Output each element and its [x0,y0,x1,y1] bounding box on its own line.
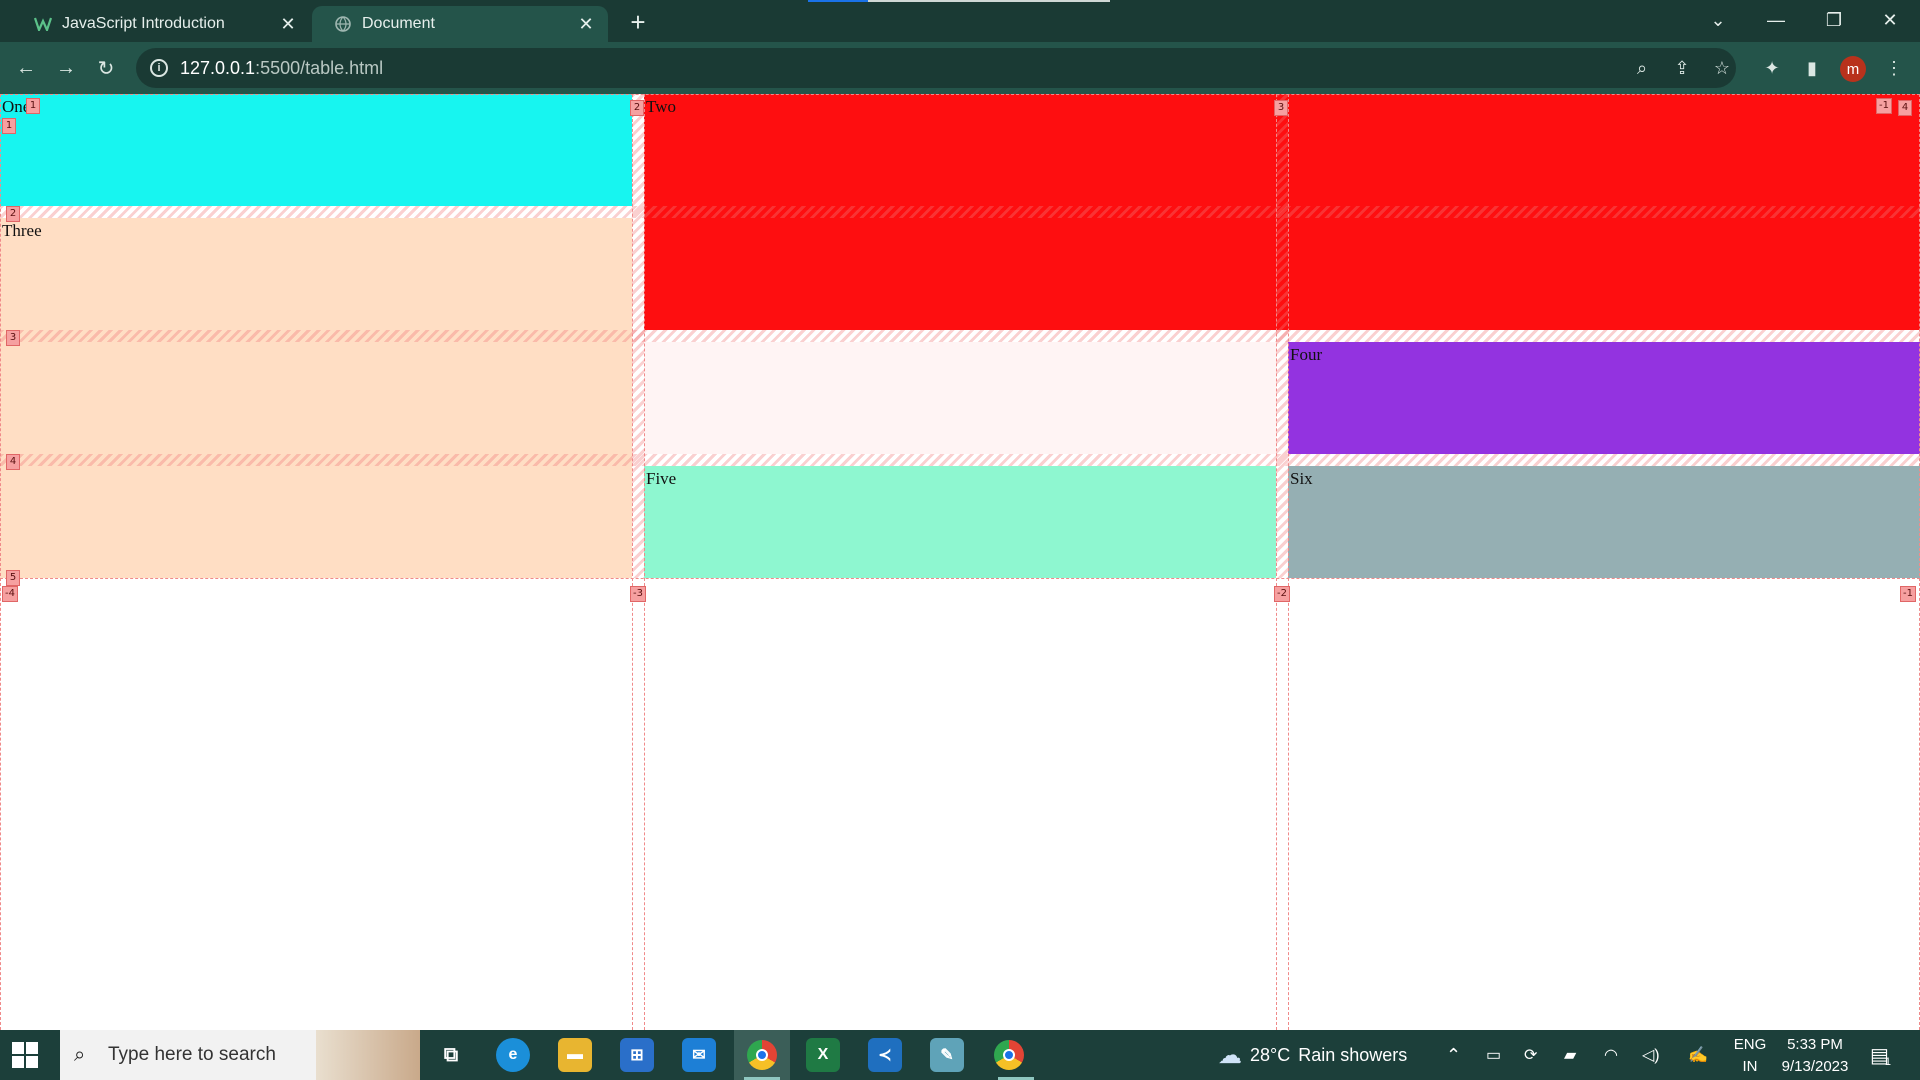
share-icon[interactable]: ⇪ [1668,54,1696,82]
address-bar[interactable]: i 127.0.0.1:5500/table.html [136,48,1736,88]
meet-now-icon[interactable]: ▭ [1486,1030,1501,1080]
reload-button[interactable]: ↻ [92,54,120,82]
search-icon: ⌕ [74,1043,86,1066]
rain-cloud-icon: ☁ [1218,1041,1242,1069]
chrome-taskbar-button[interactable] [734,1030,790,1080]
weather-text: Rain showers [1298,1044,1408,1065]
clock-date: 9/13/2023 [1781,1058,1849,1075]
battery-icon[interactable]: ▰ [1564,1030,1576,1080]
volume-icon[interactable]: ◁) [1642,1030,1660,1080]
grid-cell-six: Six [1288,466,1920,578]
grid-line-badge: -2 [1274,586,1290,602]
taskbar-search-box[interactable]: ⌕ Type here to search [60,1030,420,1080]
language-region: IN [1742,1058,1758,1075]
new-tab-button[interactable]: + [624,8,652,36]
side-panel-icon[interactable]: ▮ [1798,54,1826,82]
notepad-icon[interactable]: ✎ [930,1038,964,1072]
site-info-icon[interactable]: i [150,59,168,77]
w-favicon-icon [34,15,52,33]
weather-widget[interactable]: ☁ 28°C Rain showers [1218,1030,1407,1080]
tab-javascript-introduction[interactable]: JavaScript Introduction ✕ [12,6,310,42]
language-indicator[interactable]: ENG IN [1730,1034,1770,1078]
bookmark-star-icon[interactable]: ☆ [1708,54,1736,82]
start-button[interactable] [12,1042,38,1068]
pen-icon[interactable]: ✍ [1688,1030,1708,1080]
restore-button[interactable]: ❐ [1810,0,1858,40]
windows-taskbar: ⌕ Type here to search ⧉ e ▬ ⊞ ✉ X ≺ ✎ ☁ … [0,1030,1920,1080]
weather-temp: 28°C [1250,1044,1291,1065]
chrome-second-window-button[interactable] [992,1038,1026,1072]
grid-line-badge: -4 [2,586,18,602]
microsoft-store-icon[interactable]: ⊞ [620,1038,654,1072]
forward-button[interactable]: → [52,54,80,82]
notification-count: 1 [1884,1056,1892,1068]
close-window-button[interactable]: ✕ [1866,0,1914,40]
css-grid-container: One Two Three Four Five Six [0,94,1920,582]
clock[interactable]: 5:33 PM 9/13/2023 [1770,1034,1860,1078]
edge-browser-icon[interactable]: e [496,1038,530,1072]
minimize-button[interactable]: — [1752,0,1800,40]
menu-kebab-icon[interactable]: ⋮ [1880,54,1908,82]
grid-line-badge: -1 [1900,586,1916,602]
browser-toolbar: ← → ↻ i 127.0.0.1:5500/table.html ⌕ ⇪ ☆ … [0,42,1920,94]
notification-center-button[interactable]: ▤ 1 [1870,1030,1891,1080]
tab-document[interactable]: Document ✕ [312,6,608,42]
close-tab-icon[interactable]: ✕ [278,14,298,35]
browser-tab-strip: JavaScript Introduction ✕ Document ✕ + ⌄… [0,0,1920,42]
grid-line-badge: -3 [630,586,646,602]
show-hidden-icons-chevron[interactable]: ⌃ [1446,1030,1461,1080]
language-code: ENG [1733,1036,1767,1053]
grid-cell-one: One [0,94,632,206]
chrome-icon [747,1040,777,1070]
page-viewport: One Two Three Four Five Six 1 2 3 4 -1 1… [0,94,1920,1030]
tab-title: JavaScript Introduction [62,15,225,32]
grid-cell-three: Three [0,218,632,578]
chrome-icon [994,1040,1024,1070]
search-placeholder: Type here to search [108,1044,276,1065]
extensions-icon[interactable]: ✦ [1758,54,1786,82]
excel-icon[interactable]: X [806,1038,840,1072]
grid-cell-empty [644,342,1276,454]
clock-time: 5:33 PM [1787,1036,1843,1053]
profile-avatar[interactable]: m [1840,56,1866,82]
file-explorer-icon[interactable]: ▬ [558,1038,592,1072]
url-text: 127.0.0.1:5500/table.html [180,57,384,78]
grid-cell-four: Four [1288,342,1920,454]
sync-icon[interactable]: ⟳ [1524,1030,1537,1080]
back-button[interactable]: ← [12,54,40,82]
grid-cell-two: Two [644,94,1920,330]
tab-title: Document [362,15,435,32]
loading-indicator [808,0,1110,2]
close-tab-icon[interactable]: ✕ [576,14,596,35]
vscode-icon[interactable]: ≺ [868,1038,902,1072]
tab-search-chevron-icon[interactable]: ⌄ [1694,0,1742,40]
zoom-icon[interactable]: ⌕ [1628,54,1656,82]
task-view-icon[interactable]: ⧉ [434,1038,468,1072]
globe-icon [334,15,352,33]
mail-icon[interactable]: ✉ [682,1038,716,1072]
wifi-icon[interactable]: ◠ [1604,1030,1618,1080]
search-highlight-image [316,1030,420,1080]
grid-cell-five: Five [644,466,1276,578]
